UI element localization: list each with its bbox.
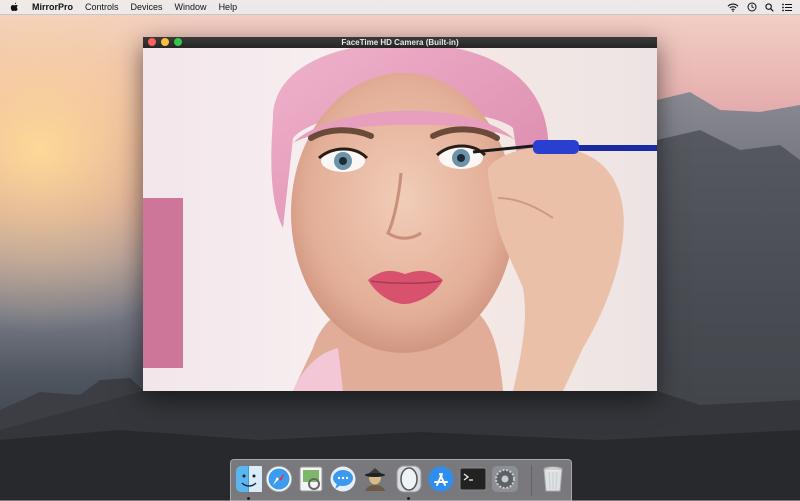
system-preferences-icon[interactable]: [491, 465, 519, 493]
menu-devices[interactable]: Devices: [131, 0, 163, 14]
window-title: FaceTime HD Camera (Built-in): [341, 38, 459, 47]
close-button[interactable]: [148, 38, 156, 46]
wifi-icon[interactable]: [727, 3, 739, 12]
safari-icon[interactable]: [265, 465, 293, 493]
finder-icon[interactable]: [235, 465, 263, 493]
apple-icon[interactable]: [10, 2, 20, 12]
app-store-icon[interactable]: [427, 465, 455, 493]
status-area: [727, 2, 792, 12]
camera-image: [143, 48, 657, 391]
window-titlebar[interactable]: FaceTime HD Camera (Built-in): [143, 37, 657, 48]
notification-center-icon[interactable]: [782, 3, 792, 12]
menu-help[interactable]: Help: [219, 0, 238, 14]
terminal-icon[interactable]: [459, 465, 487, 493]
menu-controls[interactable]: Controls: [85, 0, 119, 14]
dock-separator: [531, 465, 532, 496]
menu-app-name[interactable]: MirrorPro: [32, 0, 73, 14]
menu-bar: MirrorPro Controls Devices Window Help: [0, 0, 800, 15]
window-controls: [148, 38, 182, 46]
messages-icon[interactable]: [329, 465, 357, 493]
clock-icon[interactable]: [747, 2, 757, 12]
menu-window[interactable]: Window: [175, 0, 207, 14]
camera-window: FaceTime HD Camera (Built-in): [143, 37, 657, 391]
dock: [230, 459, 572, 501]
minimize-button[interactable]: [161, 38, 169, 46]
mirrorpro-icon[interactable]: [395, 465, 423, 493]
spotlight-search-icon[interactable]: [765, 2, 774, 12]
zoom-button[interactable]: [174, 38, 182, 46]
alfred-icon[interactable]: [361, 465, 389, 493]
trash-icon[interactable]: [539, 465, 567, 493]
camera-feed: [143, 48, 657, 391]
preview-icon[interactable]: [297, 465, 325, 493]
